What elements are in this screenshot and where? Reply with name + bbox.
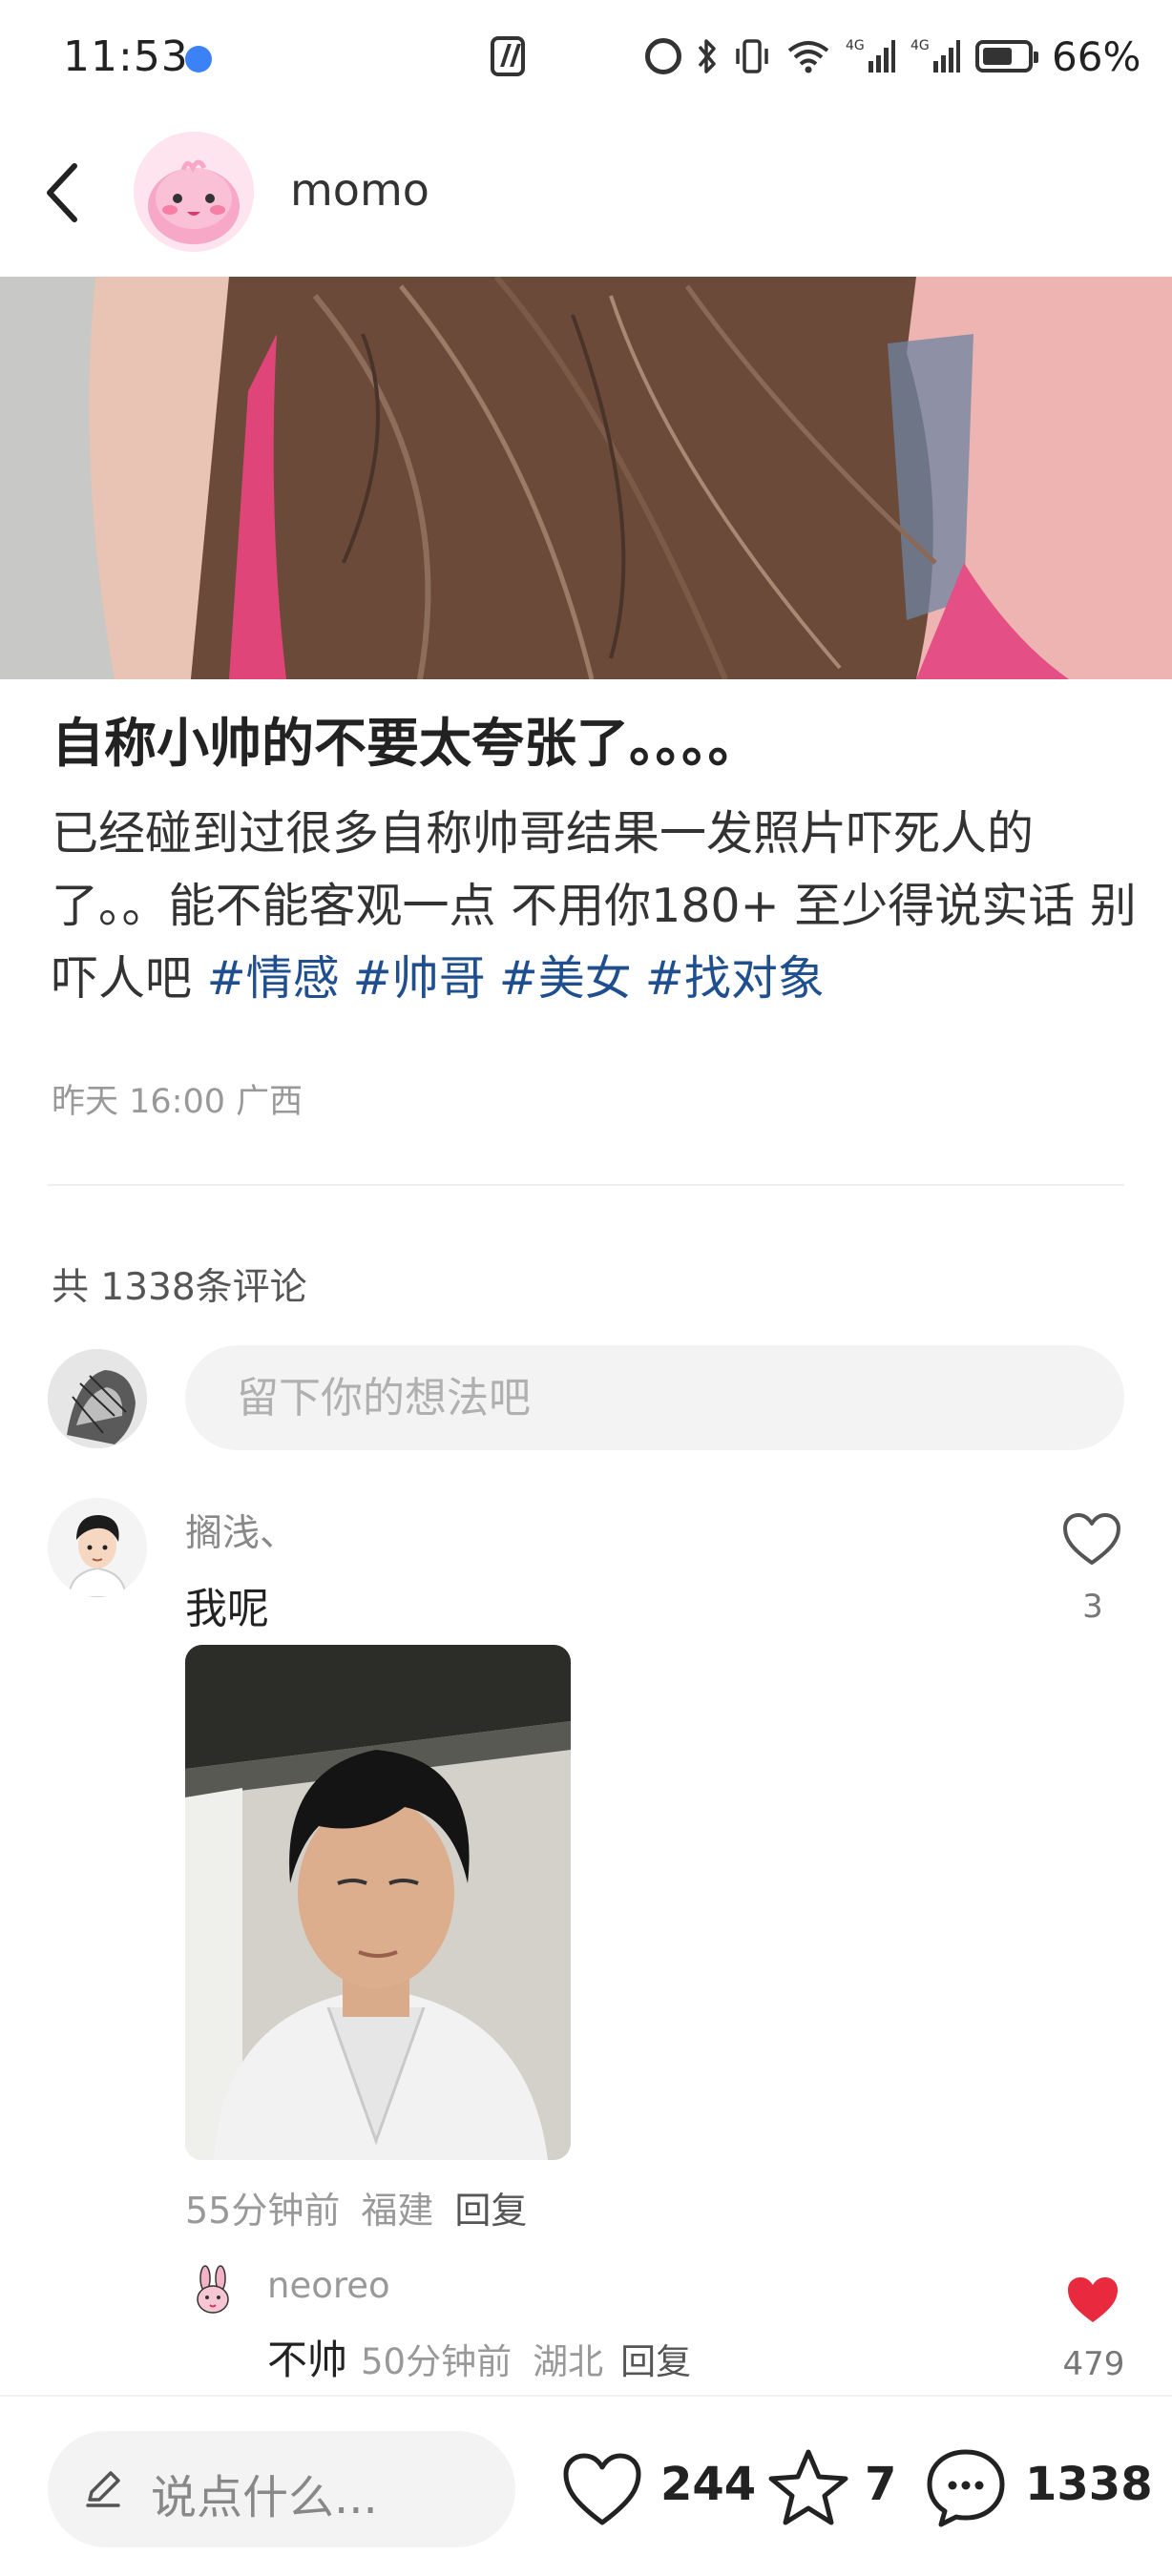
battery-percent: 66% bbox=[1052, 32, 1141, 80]
tag-beauty[interactable]: #美女 bbox=[499, 951, 632, 1006]
heart-filled-icon bbox=[1068, 2277, 1118, 2322]
status-icons: 4G 4G 66% bbox=[645, 32, 1141, 80]
author-avatar[interactable] bbox=[134, 132, 254, 252]
comment-location: 福建 bbox=[361, 2190, 434, 2232]
post-title: 自称小帅的不要太夸张了。。。。 bbox=[52, 713, 761, 774]
chat-bubble-icon bbox=[927, 2449, 1005, 2527]
like-button[interactable] bbox=[561, 2450, 643, 2528]
cover-photo-hair bbox=[0, 277, 1172, 679]
divider bbox=[48, 1184, 1124, 1186]
battery-icon bbox=[975, 40, 1038, 73]
say-something-placeholder: 说点什么... bbox=[151, 2471, 378, 2524]
heart-outline-icon bbox=[1063, 1513, 1120, 1565]
comment-avatar[interactable] bbox=[48, 1498, 147, 1597]
wifi-icon bbox=[786, 37, 830, 75]
comment-text: 我呢 bbox=[185, 1585, 269, 1633]
status-bar: 11:53 4G 4G 66% bbox=[0, 0, 1172, 114]
post-body: 已经碰到过很多自称帅哥结果一发照片吓死人的了。。能不能客观一点 不用你180+ … bbox=[52, 798, 1140, 1015]
my-avatar[interactable] bbox=[48, 1349, 147, 1448]
reply-text: 不帅 bbox=[267, 2337, 348, 2383]
network-4g-label-1: 4G bbox=[846, 38, 865, 53]
like-count: 244 bbox=[660, 2458, 757, 2511]
pencil-icon bbox=[86, 2471, 120, 2507]
comment-like-count: 3 bbox=[1082, 1588, 1103, 1626]
status-time: 11:53 bbox=[63, 32, 189, 81]
reply-avatar[interactable] bbox=[191, 2265, 235, 2318]
comment-reply-button[interactable]: 回复 bbox=[454, 2190, 527, 2232]
heart-outline-icon bbox=[563, 2453, 641, 2525]
vibrate-icon bbox=[733, 37, 771, 75]
reply-username[interactable]: neoreo bbox=[267, 2265, 390, 2306]
bluetooth-icon bbox=[697, 37, 718, 75]
star-outline-icon bbox=[768, 2449, 848, 2525]
nfc-icon bbox=[491, 36, 525, 76]
network-4g-label-2: 4G bbox=[910, 38, 930, 53]
pink-character-avatar-image bbox=[134, 132, 254, 252]
post-meta: 昨天 16:00 广西 bbox=[52, 1083, 303, 1121]
tag-emotion[interactable]: #情感 bbox=[207, 951, 340, 1006]
comment-meta: 55分钟前 福建 回复 bbox=[185, 2181, 548, 2233]
tag-handsome[interactable]: #帅哥 bbox=[353, 951, 486, 1006]
selfie-photo-image bbox=[185, 1645, 571, 2160]
reply-location: 湖北 bbox=[533, 2341, 604, 2382]
comment-input[interactable] bbox=[185, 1345, 1124, 1450]
reply-line: 不帅 50分钟前 湖北 回复 bbox=[267, 2328, 691, 2386]
chevron-left-icon bbox=[47, 163, 77, 222]
location-dot-icon bbox=[185, 46, 212, 73]
post-cover-image[interactable] bbox=[0, 277, 1172, 679]
author-name[interactable]: momo bbox=[290, 164, 429, 216]
signal-4g-icon: 4G bbox=[846, 36, 895, 76]
comment-count: 共 1338条评论 bbox=[52, 1266, 307, 1309]
say-something-input[interactable]: 说点什么... bbox=[48, 2431, 515, 2547]
favorite-button[interactable] bbox=[765, 2446, 851, 2530]
comment-time: 55分钟前 bbox=[185, 2190, 341, 2232]
sketch-avatar-image bbox=[48, 1349, 147, 1448]
reply-like-count: 479 bbox=[1062, 2345, 1125, 2383]
pink-bunny-avatar-image bbox=[191, 2265, 235, 2318]
tag-dating[interactable]: #找对象 bbox=[645, 951, 825, 1006]
favorite-count: 7 bbox=[865, 2458, 897, 2511]
reply-like-button[interactable] bbox=[1065, 2275, 1120, 2326]
back-button[interactable] bbox=[38, 158, 99, 227]
comment-count-button: 1338 bbox=[1025, 2458, 1153, 2511]
post-header: momo bbox=[0, 124, 1172, 258]
cartoon-boy-avatar-image bbox=[48, 1498, 147, 1597]
alarm-icon bbox=[645, 38, 681, 74]
signal-4g-icon: 4G bbox=[910, 36, 960, 76]
reply-reply-button[interactable]: 回复 bbox=[620, 2341, 691, 2382]
comment-input-row bbox=[48, 1345, 1124, 1452]
comment-button[interactable] bbox=[924, 2446, 1008, 2530]
comment-username[interactable]: 搁浅、 bbox=[185, 1504, 297, 1557]
comment-like-button[interactable] bbox=[1061, 1511, 1122, 1568]
bottom-action-bar: 说点什么... 244 7 1338 bbox=[0, 2395, 1172, 2576]
reply-time: 50分钟前 bbox=[361, 2341, 513, 2382]
comment-photo[interactable] bbox=[185, 1645, 571, 2160]
